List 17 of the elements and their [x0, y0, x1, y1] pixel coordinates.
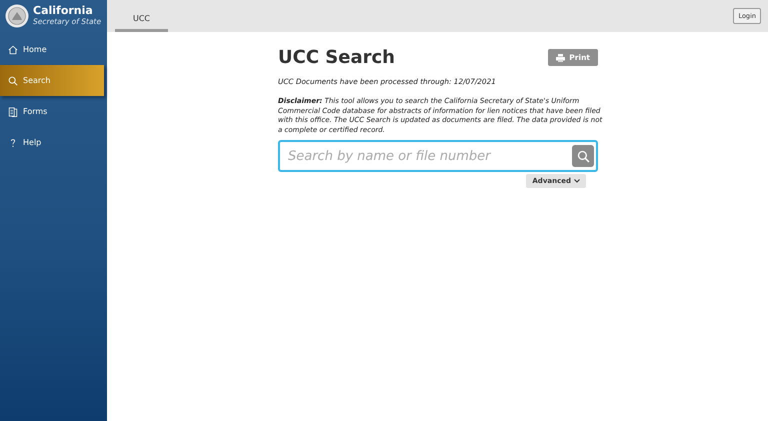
sidebar-item[interactable]: Search: [0, 65, 104, 96]
seal-logo: [5, 4, 29, 28]
chevron-down-icon: [574, 179, 580, 183]
search-icon: [8, 76, 18, 86]
printer-icon: [556, 54, 566, 62]
tab[interactable]: UCC: [115, 14, 168, 32]
document-icon: [8, 106, 18, 116]
sidebar-item[interactable]: Home: [0, 34, 107, 65]
question-icon: [8, 138, 18, 148]
search-button[interactable]: [572, 145, 594, 167]
search-icon: [576, 150, 590, 162]
page-title: UCC Search: [278, 47, 395, 68]
search-field[interactable]: Search by name or file number: [278, 140, 598, 172]
sidebar-item[interactable]: Forms: [0, 96, 107, 127]
brand-title: California: [33, 5, 94, 17]
sidebar-item[interactable]: Help: [0, 127, 107, 158]
home-icon: [8, 44, 18, 54]
